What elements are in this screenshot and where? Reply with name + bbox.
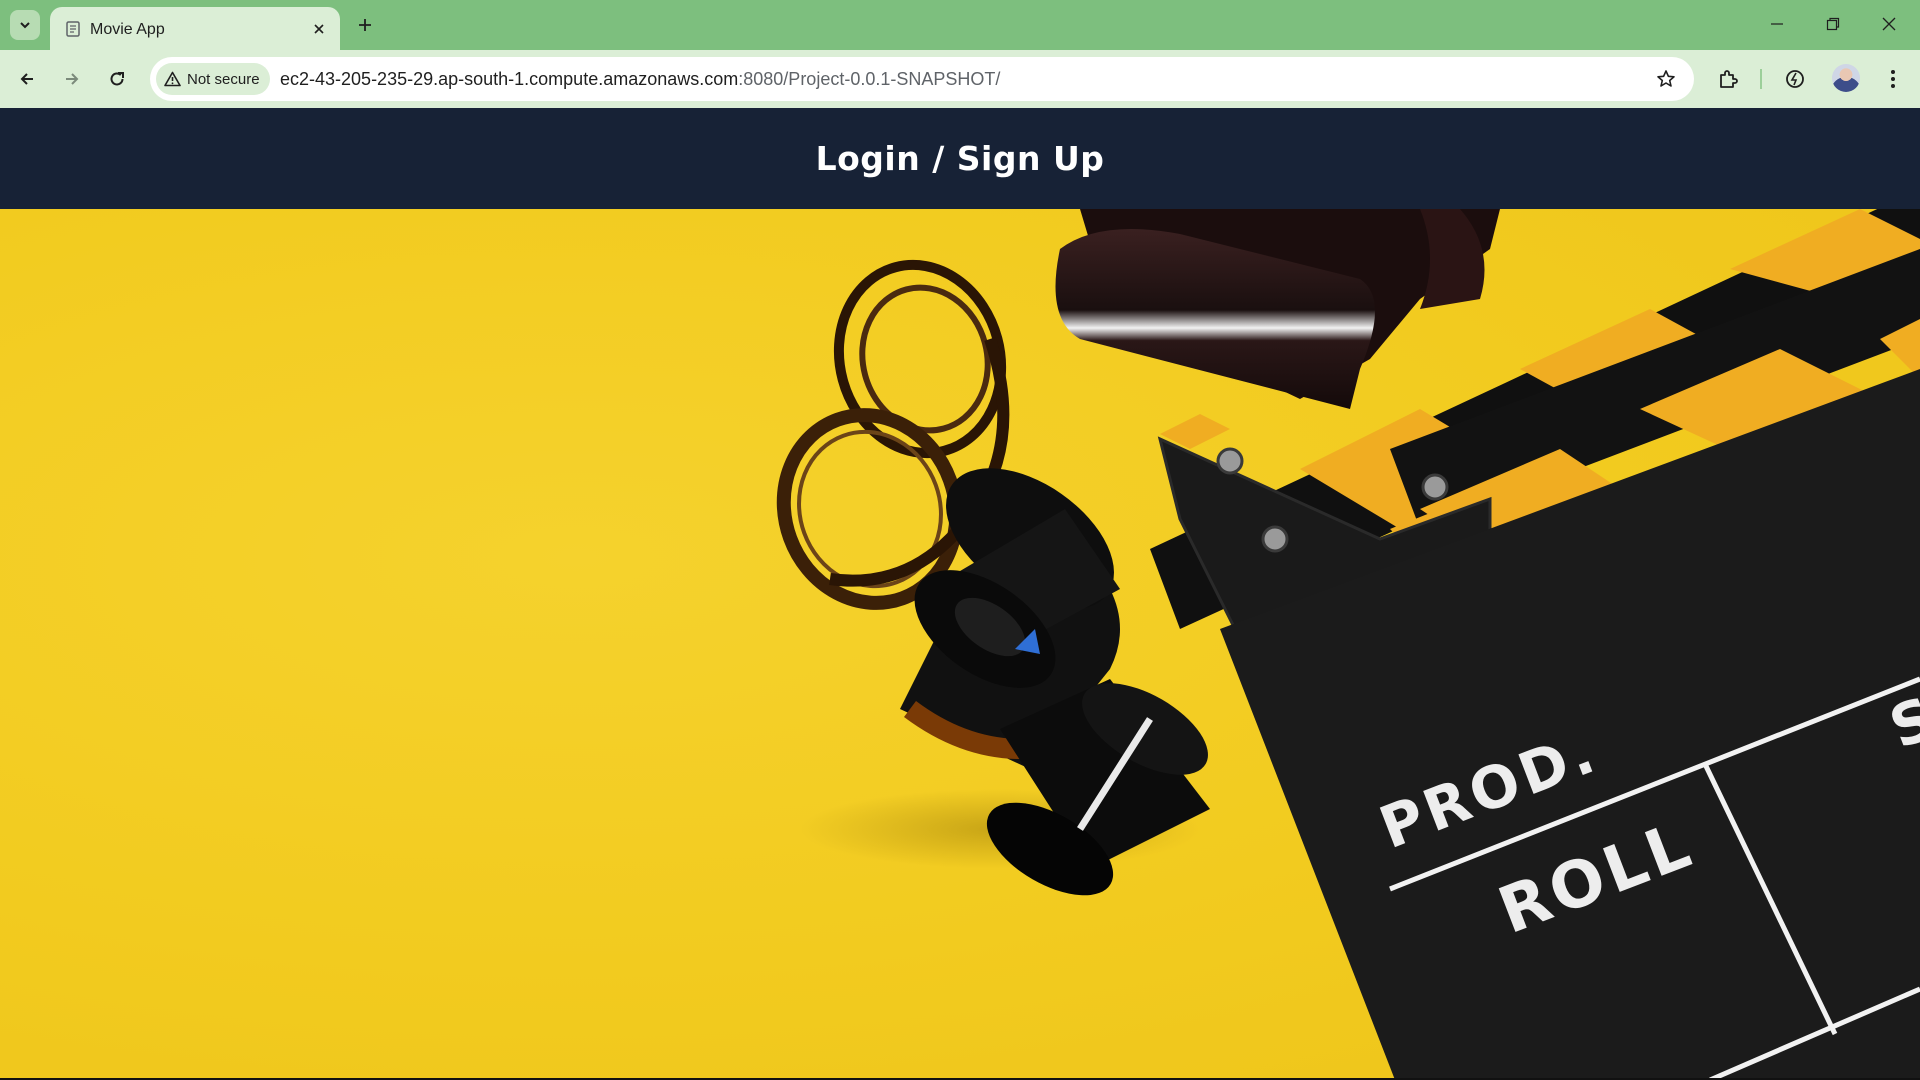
bookmark-button[interactable] — [1654, 67, 1678, 91]
restore-button[interactable] — [1811, 8, 1855, 40]
warning-triangle-icon — [164, 71, 181, 87]
film-roll-top — [1055, 209, 1500, 409]
tab-search-button[interactable] — [10, 10, 40, 40]
address-bar[interactable]: Not secure ec2-43-205-235-29.ap-south-1.… — [150, 57, 1694, 101]
puzzle-icon — [1720, 70, 1738, 88]
url-host: ec2-43-205-235-29.ap-south-1.compute.ama… — [280, 69, 739, 89]
tab-movie-app[interactable]: Movie App — [50, 7, 340, 50]
performance-button[interactable] — [1779, 63, 1811, 95]
plus-icon — [359, 19, 371, 31]
extensions-button[interactable] — [1712, 63, 1744, 95]
back-button[interactable] — [11, 63, 43, 95]
kebab-menu-icon — [1891, 70, 1895, 88]
toolbar-divider — [1760, 69, 1762, 89]
arrow-right-icon — [66, 73, 79, 85]
gauge-icon — [1786, 70, 1804, 88]
page-header: Login / Sign Up — [0, 108, 1920, 209]
tab-strip: Movie App — [0, 0, 1920, 50]
reload-icon — [110, 72, 124, 86]
film-canister — [800, 468, 1210, 896]
close-icon — [1882, 17, 1896, 31]
hero-image: PROD. ROLL S — [0, 209, 1920, 1080]
page-icon — [66, 21, 80, 37]
profile-avatar[interactable] — [1832, 64, 1860, 92]
security-label: Not secure — [187, 70, 260, 88]
new-tab-button[interactable] — [352, 12, 378, 38]
reload-button[interactable] — [101, 63, 133, 95]
menu-button[interactable] — [1877, 63, 1909, 95]
close-tab-button[interactable] — [308, 18, 330, 40]
restore-icon — [1826, 17, 1840, 31]
security-chip[interactable]: Not secure — [156, 63, 270, 95]
login-signup-link[interactable]: Login / Sign Up — [816, 139, 1105, 178]
forward-button[interactable] — [56, 63, 88, 95]
url-text[interactable]: ec2-43-205-235-29.ap-south-1.compute.ama… — [280, 69, 1000, 90]
star-icon — [1657, 70, 1675, 87]
minimize-button[interactable] — [1755, 8, 1799, 40]
tab-title: Movie App — [90, 21, 165, 38]
close-icon — [314, 24, 324, 34]
close-window-button[interactable] — [1867, 8, 1911, 40]
chevron-down-icon — [20, 22, 30, 29]
browser-toolbar: Not secure ec2-43-205-235-29.ap-south-1.… — [0, 50, 1920, 108]
film-clapperboard-illustration: PROD. ROLL S — [776, 209, 1920, 1080]
arrow-left-icon — [20, 73, 33, 85]
url-path: :8080/Project-0.0.1-SNAPSHOT/ — [738, 69, 1001, 89]
minimize-icon — [1771, 23, 1783, 25]
